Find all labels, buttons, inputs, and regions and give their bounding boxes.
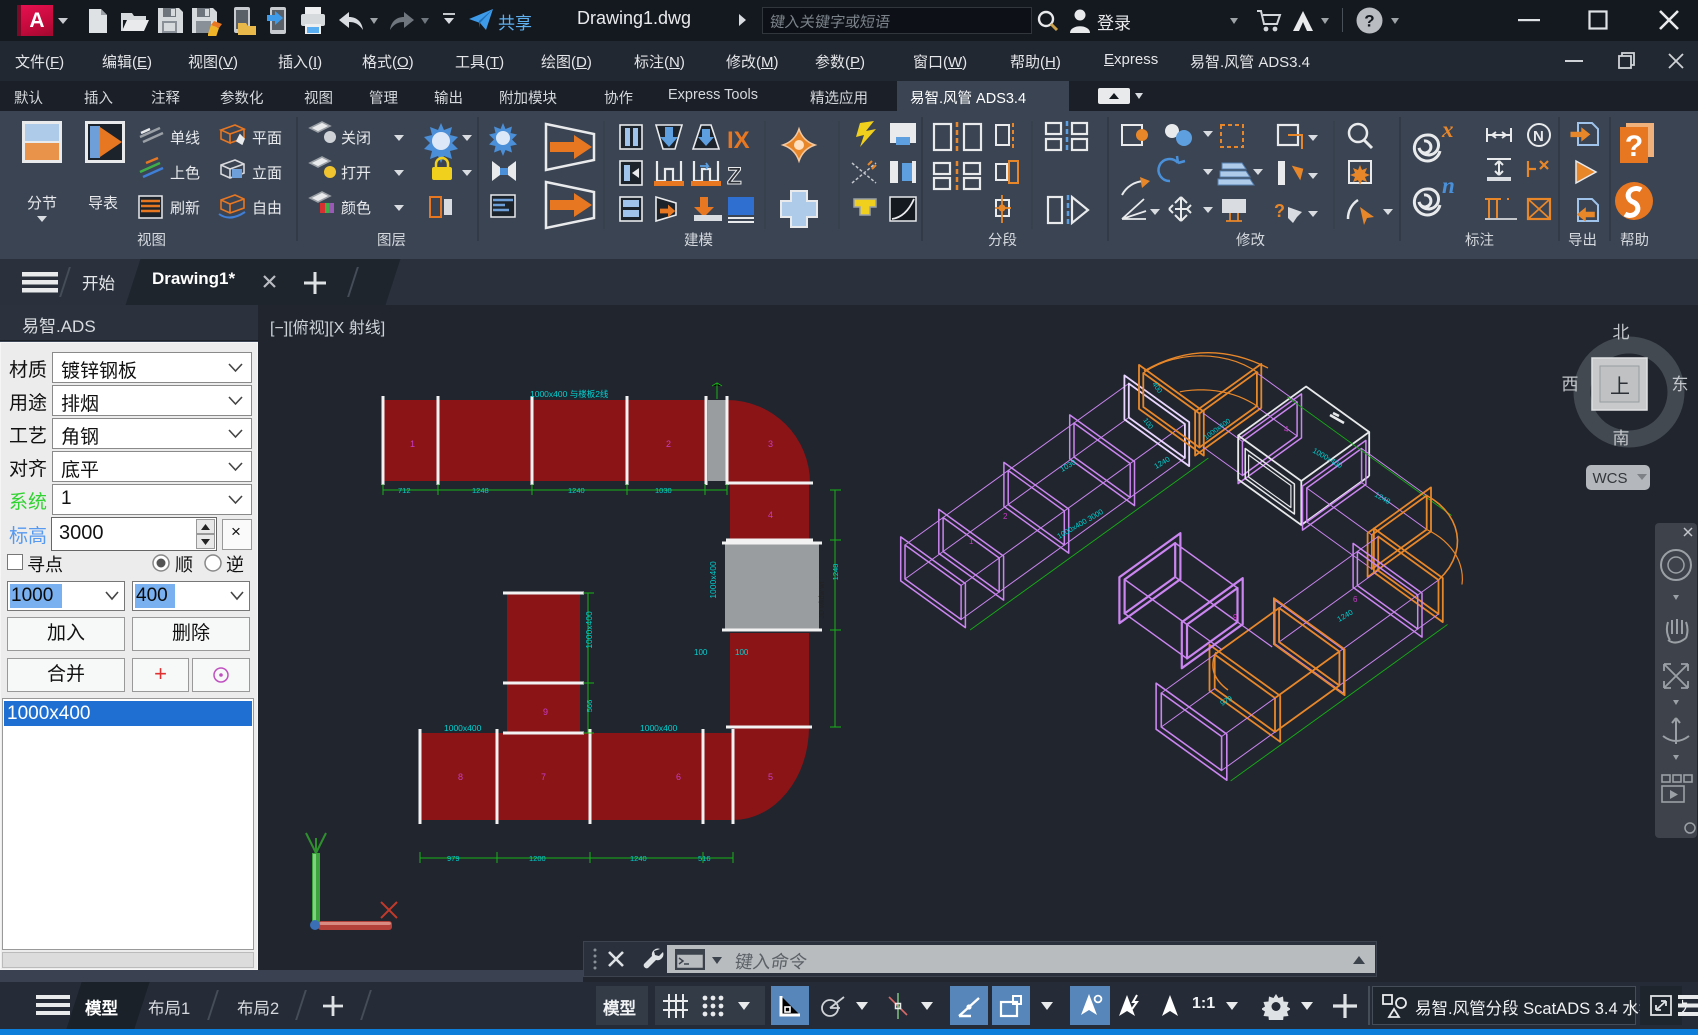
svg-text:导表: 导表 <box>88 195 118 212</box>
svg-text:x: x <box>1441 117 1454 142</box>
svg-text:上: 上 <box>1610 375 1630 398</box>
svg-text:1030: 1030 <box>655 486 672 495</box>
svg-text:4: 4 <box>1284 425 1289 434</box>
svg-text:视图: 视图 <box>137 232 166 249</box>
svg-text:帮助: 帮助 <box>1620 232 1649 249</box>
svg-text:1240: 1240 <box>568 486 585 495</box>
svg-text:1248: 1248 <box>831 564 840 581</box>
svg-text:自由: 自由 <box>252 200 282 217</box>
svg-text:平面: 平面 <box>252 130 282 147</box>
svg-text:关闭: 关闭 <box>341 130 371 147</box>
svg-text:分段: 分段 <box>988 232 1017 249</box>
svg-text:5: 5 <box>768 772 773 782</box>
svg-text:Z: Z <box>727 163 742 190</box>
svg-text:单线: 单线 <box>170 130 200 147</box>
svg-text:立面: 立面 <box>252 165 282 182</box>
svg-text:2: 2 <box>1003 512 1008 521</box>
svg-text:9: 9 <box>1233 613 1238 622</box>
svg-text:7: 7 <box>541 772 546 782</box>
svg-text:100: 100 <box>735 648 749 657</box>
svg-text:1240: 1240 <box>630 854 647 863</box>
svg-text:?: ? <box>1274 201 1285 221</box>
svg-text:8: 8 <box>458 772 463 782</box>
svg-text:9: 9 <box>543 707 548 717</box>
svg-text:400: 400 <box>1150 381 1162 395</box>
svg-text:南: 南 <box>1613 429 1630 448</box>
svg-text:100: 100 <box>694 648 708 657</box>
svg-text:1000x400: 1000x400 <box>1203 418 1232 442</box>
svg-text:4: 4 <box>768 510 773 520</box>
svg-text:分节: 分节 <box>27 195 57 212</box>
svg-text:1030: 1030 <box>1059 458 1078 474</box>
svg-text:?: ? <box>1625 130 1643 163</box>
svg-text:上色: 上色 <box>170 165 200 182</box>
svg-text:N: N <box>1533 128 1544 145</box>
svg-text:东: 东 <box>1672 375 1689 394</box>
svg-text:1000x400 与楼板2线: 1000x400 与楼板2线 <box>530 389 609 399</box>
svg-text:712: 712 <box>398 486 411 495</box>
svg-text:1000x400: 1000x400 <box>640 723 678 733</box>
svg-text:导出: 导出 <box>1568 232 1597 249</box>
svg-text:979: 979 <box>447 854 460 863</box>
svg-text:2: 2 <box>666 439 671 449</box>
svg-text:1000x400: 1000x400 <box>444 723 482 733</box>
svg-text:n: n <box>1442 173 1455 198</box>
svg-text:颜色: 颜色 <box>341 200 371 217</box>
svg-text:3: 3 <box>768 439 773 449</box>
svg-text:图层: 图层 <box>377 233 406 249</box>
svg-text:6: 6 <box>676 772 681 782</box>
svg-text:西: 西 <box>1562 375 1579 394</box>
svg-text:WCS: WCS <box>1593 470 1628 487</box>
svg-text:1248: 1248 <box>472 486 489 495</box>
svg-text:修改: 修改 <box>1236 232 1265 249</box>
svg-text:1000x400: 1000x400 <box>584 611 594 649</box>
svg-text:标注: 标注 <box>1465 232 1494 249</box>
svg-text:建模: 建模 <box>684 232 713 249</box>
svg-text:北: 北 <box>1613 323 1630 342</box>
svg-text:1: 1 <box>969 537 974 546</box>
svg-text:1: 1 <box>410 439 415 449</box>
svg-text:刷新: 刷新 <box>170 200 200 217</box>
svg-text:IX: IX <box>727 127 750 154</box>
svg-text:1000x400: 1000x400 <box>708 561 718 599</box>
svg-text:516: 516 <box>698 854 711 863</box>
svg-text:1000x400: 1000x400 <box>1311 446 1344 470</box>
svg-text:1200: 1200 <box>529 854 546 863</box>
svg-text:打开: 打开 <box>341 165 371 182</box>
svg-text:1240: 1240 <box>1153 455 1172 471</box>
svg-text:1240: 1240 <box>1336 608 1355 624</box>
svg-text:JD wkdw wt: JD wkdw wt <box>819 581 826 618</box>
svg-text:?: ? <box>1364 12 1374 31</box>
svg-text:566: 566 <box>585 700 594 713</box>
svg-text:6: 6 <box>1353 595 1358 604</box>
svg-text:1248: 1248 <box>1373 490 1392 506</box>
